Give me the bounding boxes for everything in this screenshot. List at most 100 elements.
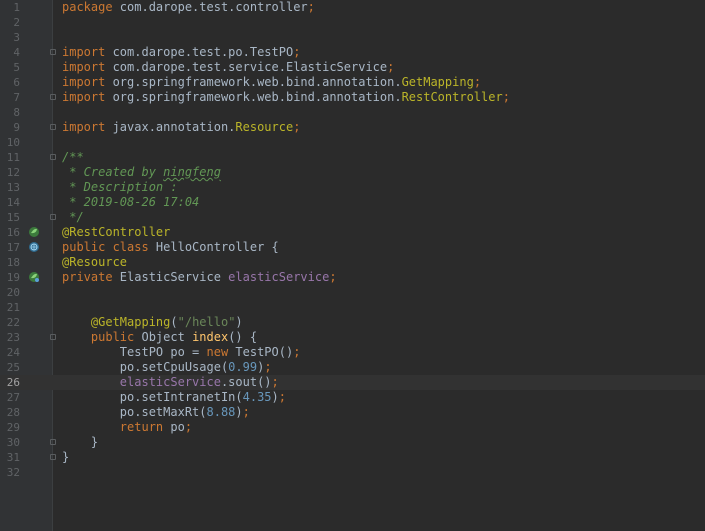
code-line[interactable]: 10 bbox=[0, 135, 705, 150]
code-line[interactable]: 17 public class HelloController { bbox=[0, 240, 705, 255]
code-text[interactable]: return po; bbox=[62, 420, 192, 435]
code-token: @GetMapping bbox=[90, 315, 171, 329]
fold-toggle-icon[interactable] bbox=[50, 124, 56, 130]
code-line[interactable]: 32 bbox=[0, 465, 705, 480]
fold-toggle-icon[interactable] bbox=[50, 439, 56, 445]
code-editor[interactable]: 1 package com.darope.test.controller; 2 3 4 i… bbox=[0, 0, 705, 531]
code-token: org.springframework.web.bind.annotation. bbox=[112, 75, 402, 89]
code-token: ; bbox=[242, 405, 250, 419]
code-token: com.darope.test.controller bbox=[119, 0, 308, 14]
code-line[interactable]: 6 import org.springframework.web.bind.ann… bbox=[0, 75, 705, 90]
code-line[interactable]: 26 elasticService.sout(); bbox=[0, 375, 705, 390]
code-line[interactable]: 7 import org.springframework.web.bind.ann… bbox=[0, 90, 705, 105]
code-token: elasticService bbox=[228, 270, 330, 284]
line-number: 28 bbox=[6, 406, 20, 419]
code-token: import bbox=[62, 90, 113, 104]
autowired-icon[interactable] bbox=[28, 271, 40, 283]
fold-toggle-icon[interactable] bbox=[50, 214, 56, 220]
code-text[interactable]: /** bbox=[62, 150, 84, 165]
line-number: 23 bbox=[6, 331, 20, 344]
code-line[interactable]: 16 @RestController bbox=[0, 225, 705, 240]
code-token: po bbox=[170, 420, 185, 434]
code-token: public class bbox=[62, 240, 156, 254]
code-token: 4.35 bbox=[242, 390, 272, 404]
code-text[interactable]: * Description : bbox=[62, 180, 177, 195]
code-line[interactable]: 13 * Description : bbox=[0, 180, 705, 195]
code-token: { bbox=[271, 240, 279, 254]
code-text[interactable]: public class HelloController { bbox=[62, 240, 279, 255]
code-line[interactable]: 14 * 2019-08-26 17:04 bbox=[0, 195, 705, 210]
code-text[interactable]: } bbox=[62, 435, 98, 450]
code-text[interactable]: @GetMapping("/hello") bbox=[62, 315, 243, 330]
code-text[interactable]: @Resource bbox=[62, 255, 127, 270]
code-text[interactable]: po.setMaxRt(8.88); bbox=[62, 405, 250, 420]
code-text[interactable]: po.setCpuUsage(0.99); bbox=[62, 360, 272, 375]
fold-toggle-icon[interactable] bbox=[50, 154, 56, 160]
code-line[interactable]: 8 bbox=[0, 105, 705, 120]
code-line[interactable]: 25 po.setCpuUsage(0.99); bbox=[0, 360, 705, 375]
code-token: javax.annotation. bbox=[112, 120, 236, 134]
line-number: 16 bbox=[6, 226, 20, 239]
fold-toggle-icon[interactable] bbox=[50, 49, 56, 55]
code-line[interactable]: 2 bbox=[0, 15, 705, 30]
code-text[interactable]: private ElasticService elasticService; bbox=[62, 270, 337, 285]
code-text[interactable]: import org.springframework.web.bind.anno… bbox=[62, 75, 481, 90]
code-token: ; bbox=[271, 375, 279, 389]
code-token: ) bbox=[235, 315, 243, 329]
code-line[interactable]: 31} bbox=[0, 450, 705, 465]
code-line[interactable]: 9 import javax.annotation.Resource; bbox=[0, 120, 705, 135]
code-token: return bbox=[119, 420, 171, 434]
code-text[interactable]: TestPO po = new TestPO(); bbox=[62, 345, 301, 360]
code-text[interactable]: import org.springframework.web.bind.anno… bbox=[62, 90, 510, 105]
code-text[interactable]: public Object index() { bbox=[62, 330, 257, 345]
code-line[interactable]: 20 bbox=[0, 285, 705, 300]
spring-web-icon[interactable] bbox=[28, 241, 40, 253]
code-token: * Created by bbox=[62, 165, 164, 179]
code-text[interactable]: import com.darope.test.service.ElasticSe… bbox=[62, 60, 394, 75]
code-text[interactable]: import javax.annotation.Resource; bbox=[62, 120, 300, 135]
code-line[interactable]: 30 } bbox=[0, 435, 705, 450]
line-number: 3 bbox=[13, 31, 20, 44]
code-text[interactable]: * Created by ningfeng bbox=[62, 165, 221, 180]
line-number: 10 bbox=[6, 136, 20, 149]
code-token: com.darope.test.po.TestPO bbox=[112, 45, 294, 59]
fold-toggle-icon[interactable] bbox=[50, 454, 56, 460]
code-text[interactable]: po.setIntranetIn(4.35); bbox=[62, 390, 286, 405]
code-text[interactable]: @RestController bbox=[62, 225, 170, 240]
code-line[interactable]: 22 @GetMapping("/hello") bbox=[0, 315, 705, 330]
code-text[interactable]: import com.darope.test.po.TestPO; bbox=[62, 45, 300, 60]
code-text[interactable]: elasticService.sout(); bbox=[62, 375, 279, 390]
code-line[interactable]: 29 return po; bbox=[0, 420, 705, 435]
code-line[interactable]: 1 package com.darope.test.controller; bbox=[0, 0, 705, 15]
code-line[interactable]: 3 bbox=[0, 30, 705, 45]
code-line[interactable]: 27 po.setIntranetIn(4.35); bbox=[0, 390, 705, 405]
fold-toggle-icon[interactable] bbox=[50, 94, 56, 100]
code-line[interactable]: 15 */ bbox=[0, 210, 705, 225]
line-number: 2 bbox=[13, 16, 20, 29]
code-line[interactable]: 5 import com.darope.test.service.ElasticS… bbox=[0, 60, 705, 75]
code-line[interactable]: 19 private ElasticService elasticService; bbox=[0, 270, 705, 285]
code-line[interactable]: 12 * Created by ningfeng bbox=[0, 165, 705, 180]
code-line[interactable]: 4 import com.darope.test.po.TestPO; bbox=[0, 45, 705, 60]
code-token: } bbox=[62, 450, 70, 464]
code-line[interactable]: 23 public Object index() { bbox=[0, 330, 705, 345]
code-text[interactable]: package com.darope.test.controller; bbox=[62, 0, 315, 15]
code-line[interactable]: 28 po.setMaxRt(8.88); bbox=[0, 405, 705, 420]
code-text[interactable]: } bbox=[62, 450, 69, 465]
code-line[interactable]: 21 bbox=[0, 300, 705, 315]
code-token: RestController bbox=[401, 90, 503, 104]
fold-toggle-icon[interactable] bbox=[50, 334, 56, 340]
code-text[interactable]: * 2019-08-26 17:04 bbox=[62, 195, 199, 210]
code-token: () { bbox=[228, 330, 258, 344]
code-line[interactable]: 18 @Resource bbox=[0, 255, 705, 270]
code-token: public bbox=[90, 330, 142, 344]
spring-bean-icon[interactable] bbox=[28, 226, 40, 238]
line-number: 5 bbox=[13, 61, 20, 74]
line-number: 21 bbox=[6, 301, 20, 314]
code-token: TestPO po = bbox=[62, 345, 207, 359]
code-line[interactable]: 11 /** bbox=[0, 150, 705, 165]
code-text[interactable]: */ bbox=[62, 210, 83, 225]
code-line[interactable]: 24 TestPO po = new TestPO(); bbox=[0, 345, 705, 360]
